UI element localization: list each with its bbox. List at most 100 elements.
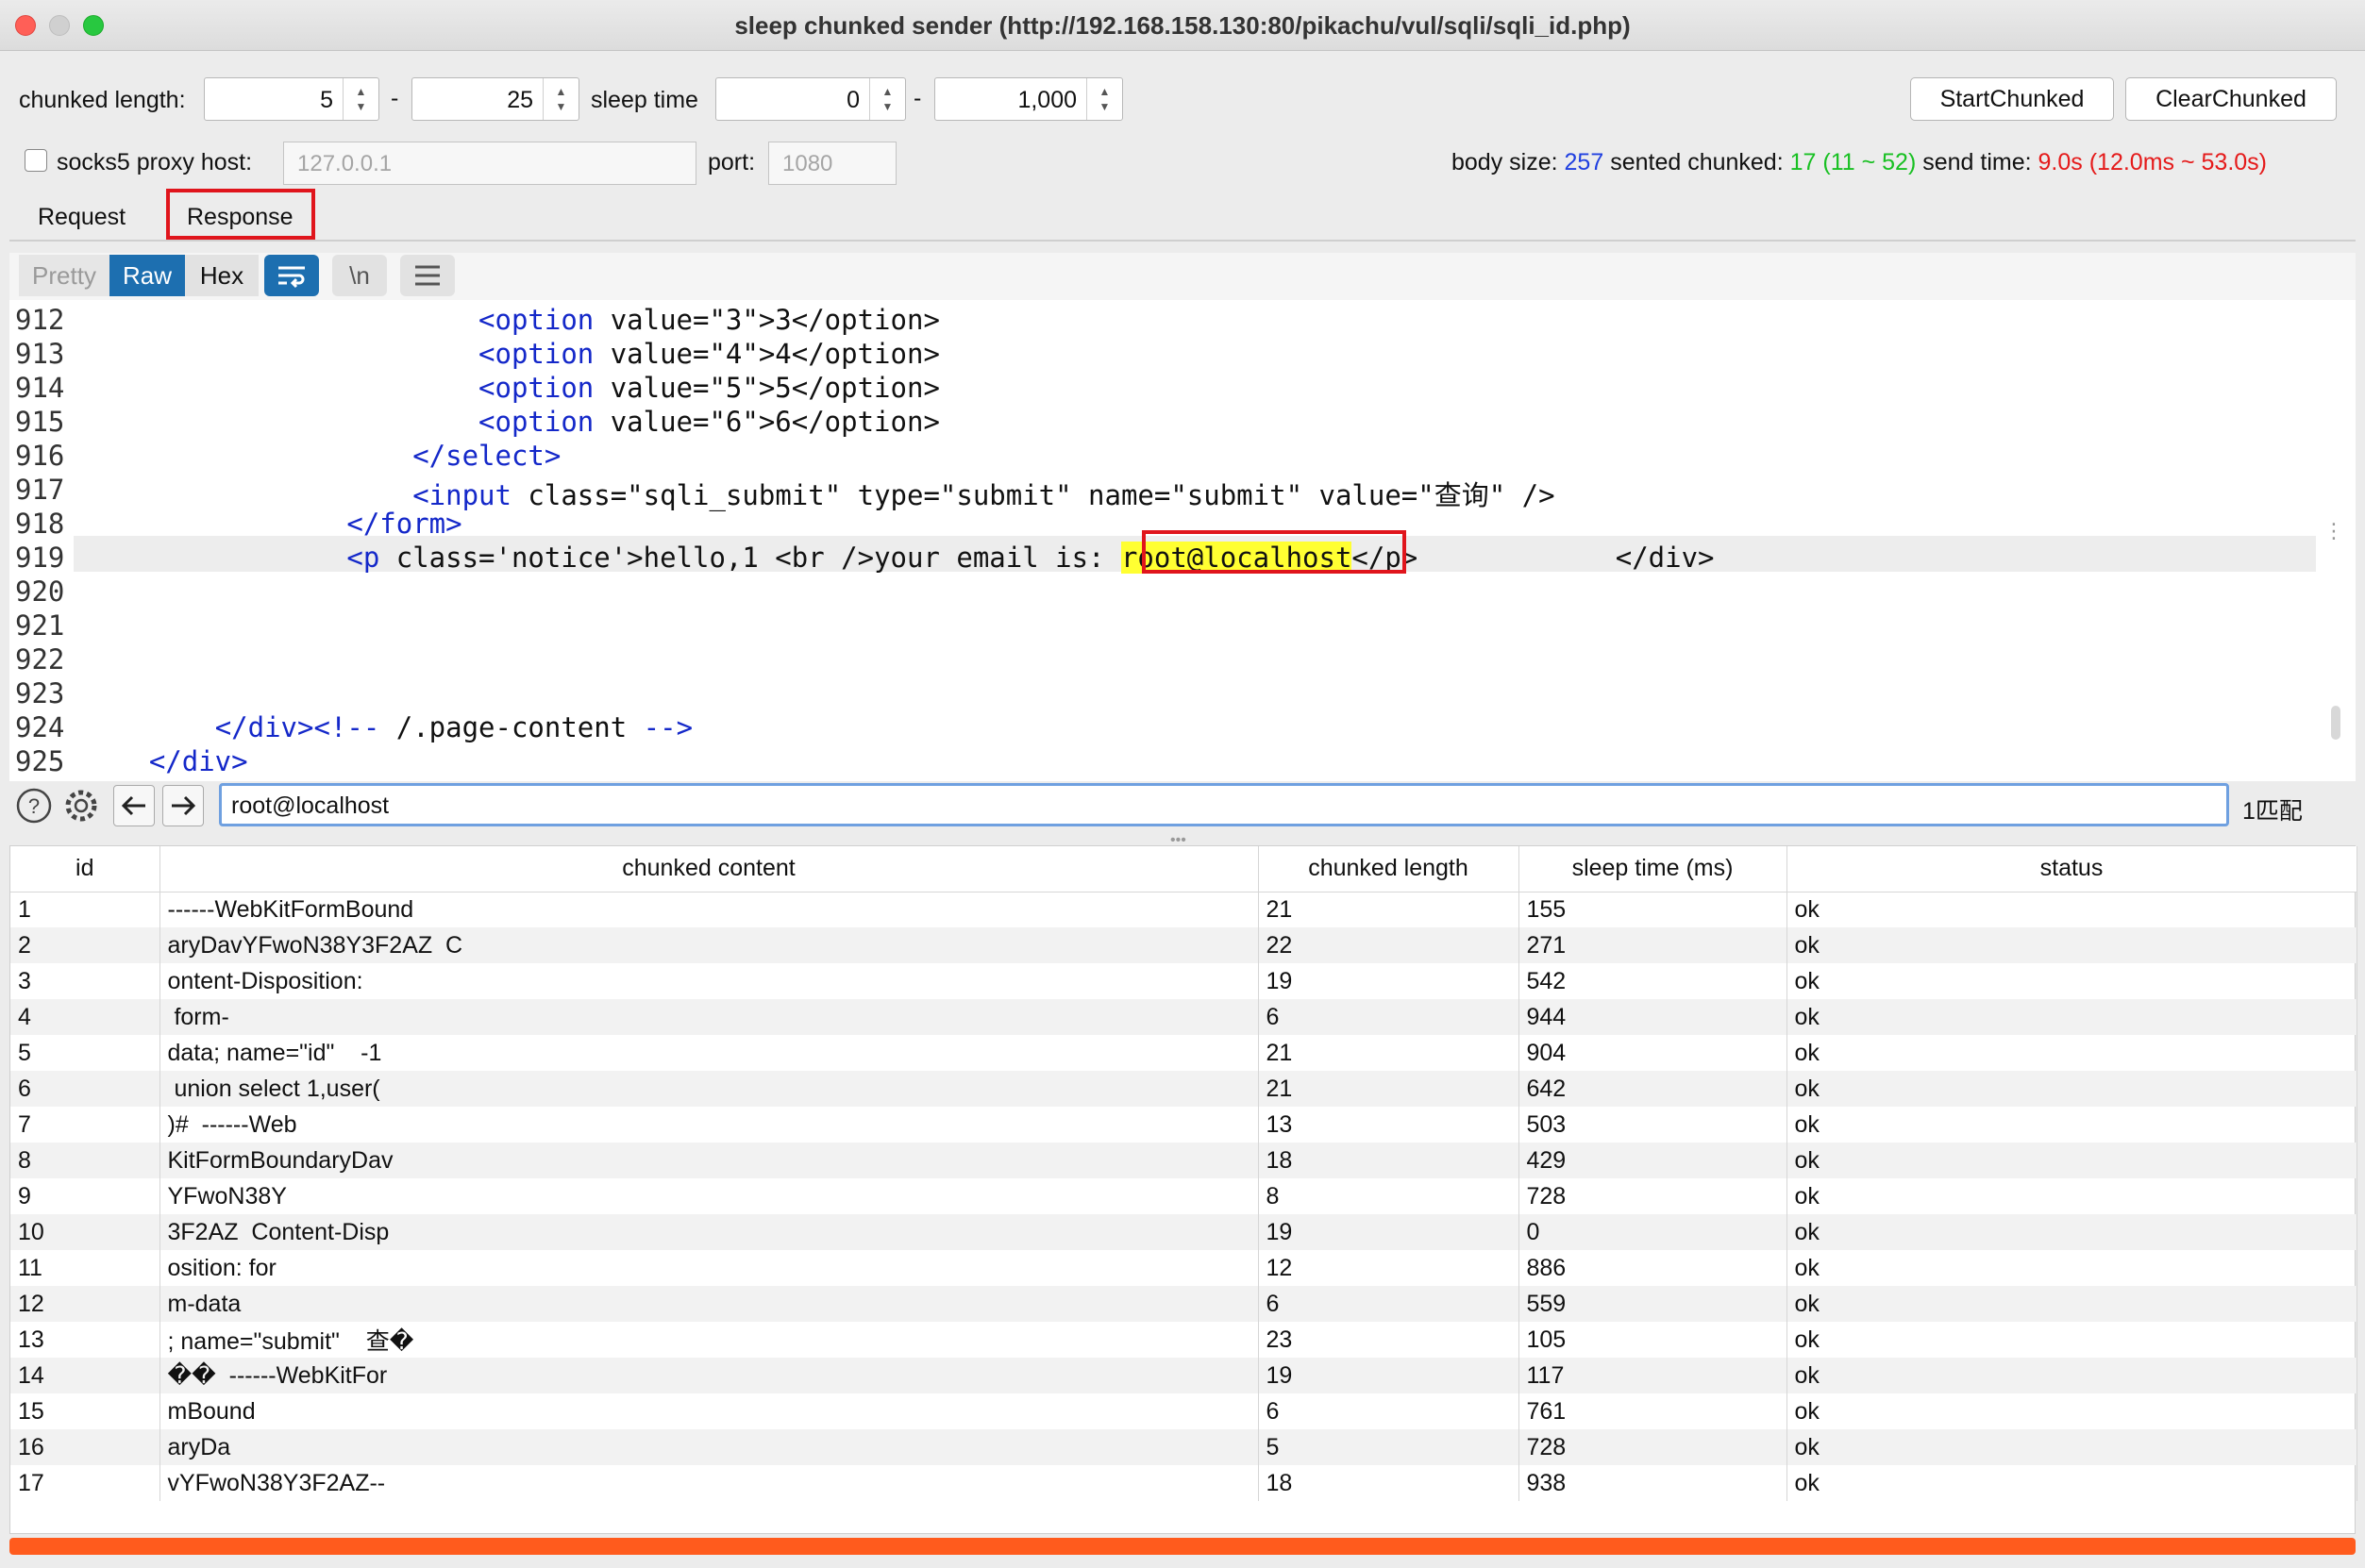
hex-button[interactable]: Hex [185, 255, 259, 296]
table-cell: 503 [1518, 1107, 1787, 1143]
help-icon[interactable]: ? [13, 785, 55, 826]
table-cell: 12 [1258, 1250, 1519, 1286]
table-cell: 12 [10, 1286, 160, 1322]
table-cell: ok [1786, 1143, 2357, 1178]
spinner-arrows-icon[interactable]: ▲ ▼ [1086, 78, 1122, 120]
line-number: 924 [15, 711, 65, 743]
chunked-length-max-spinner[interactable]: 25 ▲ ▼ [411, 77, 579, 121]
next-match-arrow-icon[interactable] [162, 785, 204, 826]
column-header-status[interactable]: status [1786, 846, 2357, 892]
editor-toolbar: Pretty Raw Hex \n [9, 253, 2356, 300]
sleep-time-min-spinner[interactable]: 0 ▲ ▼ [715, 77, 906, 121]
table-row[interactable]: 5 data; name="id" -1 21 904 ok [10, 1035, 2357, 1071]
port-input[interactable]: 1080 [768, 142, 897, 185]
table-row[interactable]: 3 ontent-Disposition: 19 542 ok [10, 963, 2357, 999]
match-count: 1匹配 [2242, 798, 2303, 825]
table-row[interactable]: 14 �� ------WebKitFor 19 117 ok [10, 1358, 2357, 1393]
chunked-length-min-spinner[interactable]: 5 ▲ ▼ [204, 77, 379, 121]
clear-chunked-button[interactable]: ClearChunked [2125, 77, 2337, 121]
line-number: 917 [15, 474, 65, 506]
table-row[interactable]: 13; name="submit" 查� 23 105 ok [10, 1322, 2357, 1358]
table-cell: 559 [1518, 1286, 1787, 1322]
table-cell: aryDavYFwoN38Y3F2AZ C [159, 927, 1259, 963]
pretty-button[interactable]: Pretty [19, 255, 109, 296]
table-row[interactable]: 9 YFwoN38Y 8 728 ok [10, 1178, 2357, 1214]
editor-scrollbar-thumb[interactable] [2331, 706, 2340, 740]
table-cell: ; name="submit" 查� [159, 1322, 1259, 1358]
table-cell: 6 [1258, 1393, 1519, 1429]
table-cell: ok [1786, 1465, 2357, 1501]
table-row[interactable]: 7)# ------Web 13 503 ok [10, 1107, 2357, 1143]
tab-request[interactable]: Request [38, 204, 126, 231]
table-cell: 21 [1258, 892, 1519, 927]
column-header-chunked-content[interactable]: chunked content [159, 846, 1259, 892]
table-row[interactable]: 1 ------WebKitFormBound 21 155 ok [10, 892, 2357, 927]
table-cell: 21 [1258, 1071, 1519, 1107]
table-row[interactable]: 17 vYFwoN38Y3F2AZ-- 18 938 ok [10, 1465, 2357, 1501]
word-wrap-icon[interactable] [264, 255, 319, 296]
table-cell: 8 [1258, 1178, 1519, 1214]
spinner-arrows-icon[interactable]: ▲ ▼ [343, 78, 378, 120]
table-cell: 3F2AZ Content-Disp [159, 1214, 1259, 1250]
column-header-chunked-length[interactable]: chunked length [1258, 846, 1519, 892]
chunked-length-min-value: 5 [320, 87, 333, 113]
table-cell: 155 [1518, 892, 1787, 927]
send-time-label: send time: [1922, 149, 2032, 175]
table-cell: ok [1786, 1035, 2357, 1071]
table-cell: 3 [10, 963, 160, 999]
table-cell: KitFormBoundaryDav [159, 1143, 1259, 1178]
line-number: 920 [15, 575, 65, 608]
line-number: 913 [15, 338, 65, 370]
table-row[interactable]: 4 form- 6 944 ok [10, 999, 2357, 1035]
raw-button[interactable]: Raw [109, 255, 185, 296]
table-row[interactable]: 10 3F2AZ Content-Disp 19 0 ok [10, 1214, 2357, 1250]
code-line: <option value="3">3</option> [478, 304, 940, 336]
table-cell: 4 [10, 999, 160, 1035]
table-cell: aryDa [159, 1429, 1259, 1465]
previous-match-arrow-icon[interactable] [113, 785, 155, 826]
code-area[interactable]: 912 <option value="3">3</option> 913 <op… [9, 300, 2356, 777]
sleep-time-max-spinner[interactable]: 1,000 ▲ ▼ [934, 77, 1123, 121]
settings-gear-icon[interactable] [60, 785, 102, 826]
table-row[interactable]: 16 aryDa 5 728 ok [10, 1429, 2357, 1465]
table-cell: 7 [10, 1107, 160, 1143]
socks5-proxy-checkbox[interactable] [25, 149, 47, 172]
sleep-time-max-value: 1,000 [1017, 87, 1077, 113]
table-row[interactable]: 12 m-data 6 559 ok [10, 1286, 2357, 1322]
column-header-sleep-time[interactable]: sleep time (ms) [1518, 846, 1787, 892]
table-row[interactable]: 8 KitFormBoundaryDav 18 429 ok [10, 1143, 2357, 1178]
table-row[interactable]: 15 mBound 6 761 ok [10, 1393, 2357, 1429]
line-number: 919 [15, 542, 65, 574]
menu-icon[interactable] [400, 255, 455, 296]
start-chunked-button[interactable]: StartChunked [1910, 77, 2114, 121]
line-number: 916 [15, 440, 65, 472]
search-input[interactable]: root@localhost [219, 783, 2229, 826]
table-row[interactable]: 11 osition: for 12 886 ok [10, 1250, 2357, 1286]
table-row[interactable]: 6 union select 1,user(21 642 ok [10, 1071, 2357, 1107]
table-cell: ontent-Disposition: [159, 963, 1259, 999]
body-size-label: body size: [1451, 149, 1558, 175]
newline-toggle-button[interactable]: \n [332, 255, 387, 296]
sleep-time-min-value: 0 [847, 87, 860, 113]
table-cell: 938 [1518, 1465, 1787, 1501]
line-number: 914 [15, 372, 65, 404]
response-tab-highlight [166, 189, 315, 240]
progress-bar [9, 1538, 2356, 1555]
table-cell: 886 [1518, 1250, 1787, 1286]
table-cell: 761 [1518, 1393, 1787, 1429]
line-number: 921 [15, 609, 65, 642]
spinner-arrows-icon[interactable]: ▲ ▼ [869, 78, 905, 120]
response-editor[interactable]: Pretty Raw Hex \n 912 <option value="3">… [9, 253, 2356, 781]
socks5-host-input[interactable]: 127.0.0.1 [283, 142, 696, 185]
table-cell: ok [1786, 999, 2357, 1035]
table-row[interactable]: 2 aryDavYFwoN38Y3F2AZ C 22 271 ok [10, 927, 2357, 963]
table-cell: vYFwoN38Y3F2AZ-- [159, 1465, 1259, 1501]
table-cell: 642 [1518, 1071, 1787, 1107]
table-cell: 6 [1258, 1286, 1519, 1322]
more-vertical-icon[interactable]: ⋮ [2323, 521, 2344, 542]
table-cell: 17 [10, 1465, 160, 1501]
column-header-id[interactable]: id [10, 846, 160, 892]
line-number: 915 [15, 406, 65, 438]
spinner-arrows-icon[interactable]: ▲ ▼ [543, 78, 579, 120]
table-cell: 16 [10, 1429, 160, 1465]
